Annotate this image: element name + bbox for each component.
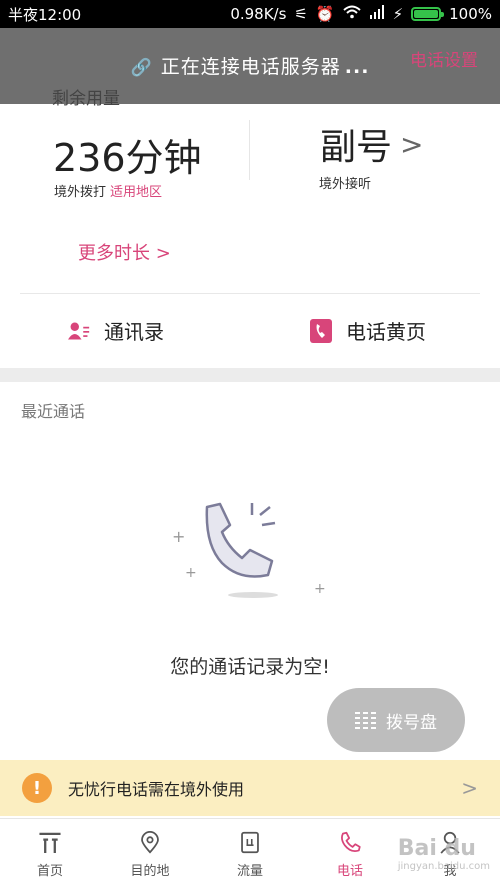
remaining-usage-label: 剩余用量: [52, 89, 120, 109]
connecting-text: 正在连接电话服务器: [160, 56, 341, 78]
empty-calls-message: 您的通话记录为空!: [170, 656, 330, 678]
wifi-icon: [342, 5, 361, 23]
more-duration-link[interactable]: 更多时长 >: [78, 239, 171, 265]
watermark-logo: Bai du jingyan.baidu.com: [398, 836, 490, 872]
location-pin-icon: [141, 831, 159, 854]
data-card-icon: [241, 831, 259, 854]
link-icon: 🔗: [130, 58, 153, 78]
dialpad-label: 拨号盘: [386, 712, 437, 733]
notice-text: 无忧行电话需在境外使用: [68, 780, 245, 799]
battery-percent: 100%: [449, 5, 492, 23]
empty-phone-illustration-icon: + + +: [172, 502, 326, 598]
more-duration-label: 更多时长: [78, 243, 150, 264]
network-speed: 0.98K/s: [230, 5, 287, 23]
overseas-call-line: 境外拨打 适用地区: [54, 181, 162, 200]
yellow-pages-label: 电话黄页: [346, 320, 426, 344]
mute-icon: ⚟: [294, 5, 308, 23]
home-icon: [39, 832, 61, 854]
overseas-notice[interactable]: ! 无忧行电话需在境外使用 >: [0, 760, 500, 816]
watermark-sub: jingyan.baidu.com: [397, 861, 490, 872]
battery-icon: [411, 7, 445, 21]
overseas-receive-label: 境外接听: [319, 177, 372, 192]
contacts-button[interactable]: 通讯录: [68, 316, 164, 345]
svg-text:+: +: [172, 527, 185, 546]
secondary-number-button[interactable]: 副号 >: [320, 118, 423, 170]
nav-destination-label: 目的地: [130, 864, 170, 879]
yellow-pages-button[interactable]: 电话黄页: [310, 316, 426, 345]
svg-text:+: +: [314, 581, 326, 597]
contacts-label: 通讯录: [104, 320, 164, 344]
battery-fill: [414, 10, 439, 18]
nav-destination[interactable]: 目的地: [100, 819, 200, 879]
connecting-header: 🔗 正在连接电话服务器... 电话设置 剩余用量: [0, 28, 500, 109]
recent-calls-title: 最近通话: [21, 402, 86, 421]
remaining-minutes: 236分钟: [53, 136, 202, 180]
status-bar: 半夜12:00 0.98K/s ⚟ ⏰ ⚡ 100%: [0, 0, 500, 28]
connecting-dots: ...: [344, 56, 370, 78]
signal-icon: [369, 5, 385, 23]
chevron-right-icon: >: [461, 776, 478, 800]
nav-data-label: 流量: [236, 864, 263, 879]
dialpad-button[interactable]: 拨号盘: [327, 688, 465, 752]
section-divider: [20, 293, 480, 294]
phone-book-icon: [310, 318, 332, 343]
chevron-right-icon: >: [400, 127, 424, 161]
nav-phone[interactable]: 电话: [300, 819, 400, 879]
secondary-number-label: 副号: [320, 127, 393, 168]
phone-icon: [341, 831, 361, 853]
contacts-icon: [68, 319, 90, 343]
nav-home[interactable]: 首页: [0, 819, 100, 879]
section-band: [0, 368, 500, 382]
nav-data[interactable]: 流量: [200, 819, 300, 879]
balance-divider: [249, 120, 250, 180]
chevron-right-icon: >: [155, 243, 171, 264]
phone-settings-link[interactable]: 电话设置: [410, 46, 478, 71]
overseas-call-label: 境外拨打: [54, 185, 107, 200]
status-right: 0.98K/s ⚟ ⏰ ⚡ 100%: [230, 5, 492, 23]
svg-text:+: +: [185, 565, 197, 581]
dialpad-icon: [355, 711, 376, 729]
nav-home-label: 首页: [36, 864, 63, 879]
watermark-brand: Bai du: [397, 836, 476, 861]
warning-icon: !: [22, 773, 52, 803]
nav-phone-label: 电话: [336, 864, 363, 879]
alarm-icon: ⏰: [315, 5, 335, 23]
applicable-regions-link[interactable]: 适用地区: [110, 185, 162, 200]
charging-icon: ⚡: [392, 5, 404, 23]
status-time: 半夜12:00: [8, 5, 82, 24]
